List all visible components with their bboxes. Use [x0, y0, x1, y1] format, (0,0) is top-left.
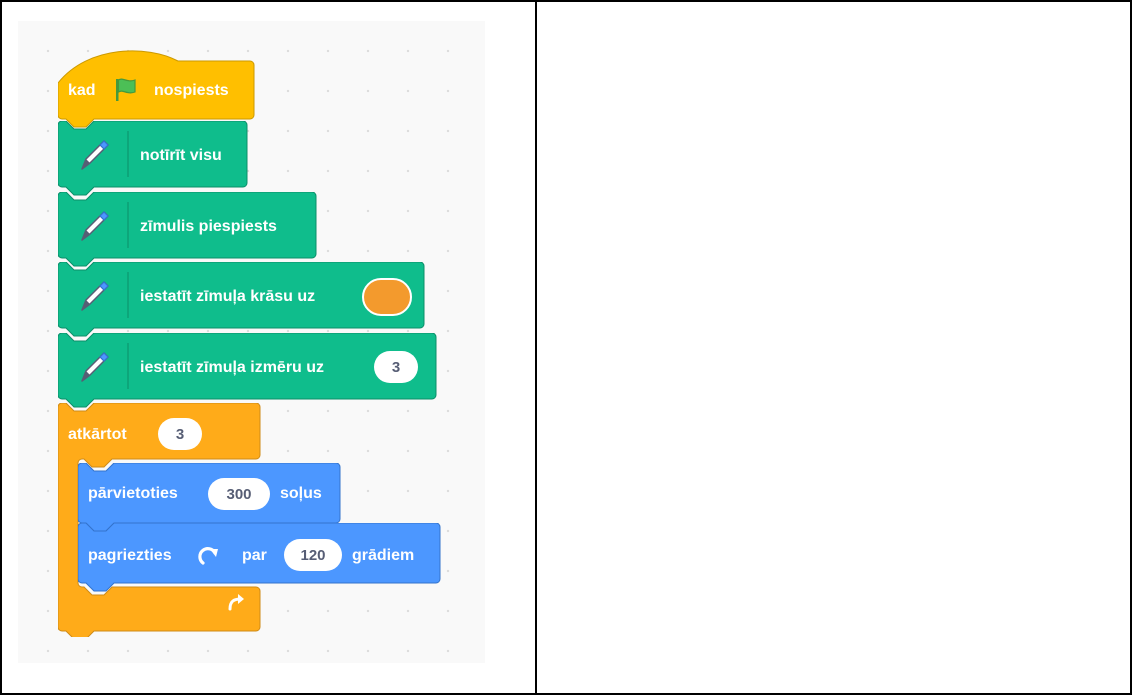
empty-table-cell	[537, 2, 1128, 693]
pen-size-input[interactable]: 3	[374, 351, 418, 383]
move-prefix-label: pārvietoties	[88, 485, 178, 502]
hat-suffix-label: nospiests	[154, 82, 229, 99]
loop-arrow-icon	[228, 594, 244, 611]
turn-suffix-label: grādiem	[352, 547, 415, 564]
set-pen-size-label: iestatīt zīmuļa izmēru uz	[140, 359, 325, 376]
green-flag-icon	[116, 78, 136, 101]
set-pen-color-label: iestatīt zīmuļa krāsu uz	[140, 288, 316, 305]
pen-icon	[81, 211, 109, 241]
pen-icon	[81, 140, 109, 170]
turn-prefix-label: pagriezties	[88, 547, 172, 564]
turn-middle-label: par	[242, 547, 267, 564]
pen-icon	[81, 281, 109, 311]
scratch-code-area[interactable]: atkārtot 3 kad nospiests notīrīt visu zī…	[18, 21, 485, 663]
rotate-clockwise-icon	[198, 547, 218, 565]
hat-prefix-label: kad	[68, 82, 96, 99]
repeat-label: atkārtot	[68, 426, 127, 443]
repeat-count-input[interactable]: 3	[158, 418, 202, 450]
pen-clear-label: notīrīt visu	[140, 147, 222, 164]
move-steps-input[interactable]: 300	[208, 478, 270, 510]
pen-down-label: zīmulis piespiests	[140, 218, 277, 235]
pen-color-swatch[interactable]	[362, 278, 412, 316]
move-suffix-label: soļus	[280, 485, 322, 502]
turn-degrees-input[interactable]: 120	[284, 539, 342, 571]
pen-icon	[81, 352, 109, 382]
